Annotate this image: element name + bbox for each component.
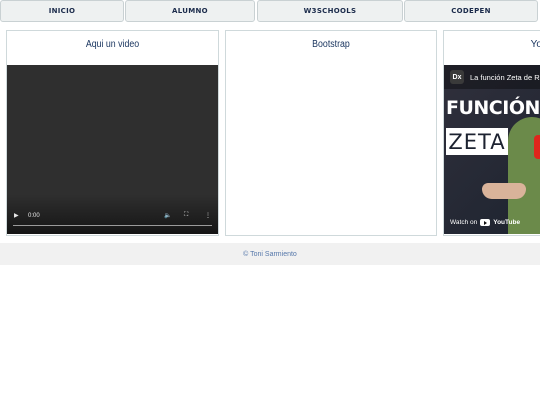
nav-codepen-button[interactable]: CODEPEN: [404, 0, 538, 22]
thumbnail-hand: [482, 183, 526, 199]
watch-on-youtube-link[interactable]: Watch on YouTube: [450, 219, 520, 226]
video-card: Aqui un video ▶ 0:00 🔈 ⛶ ⋮: [6, 30, 219, 236]
video-card-title: Aqui un video: [85, 39, 140, 50]
fullscreen-icon[interactable]: ⛶: [184, 212, 188, 219]
play-icon[interactable]: ▶: [14, 212, 19, 219]
youtube-card: Yo Dx La función Zeta de R FUNCIÓN ZETA …: [443, 30, 540, 236]
video-player[interactable]: ▶ 0:00 🔈 ⛶ ⋮: [7, 65, 218, 234]
video-time: 0:00: [28, 213, 40, 219]
youtube-brand-label: YouTube: [493, 219, 521, 226]
more-options-icon[interactable]: ⋮: [205, 212, 211, 219]
nav-w3schools-button[interactable]: W3SCHOOLS: [257, 0, 403, 22]
bootstrap-card: Bootstrap: [225, 30, 437, 236]
watch-on-label: Watch on: [450, 219, 478, 226]
bootstrap-card-title: Bootstrap: [312, 39, 350, 50]
youtube-video-title[interactable]: La función Zeta de R: [470, 73, 540, 82]
youtube-play-button-icon[interactable]: [534, 135, 540, 159]
nav-alumno-button[interactable]: ALUMNO: [125, 0, 255, 22]
youtube-logo-icon: [480, 219, 491, 226]
youtube-embed[interactable]: Dx La función Zeta de R FUNCIÓN ZETA Wat…: [444, 65, 540, 234]
youtube-card-title: Yo: [530, 39, 540, 50]
top-nav: INICIO ALUMNO W3SCHOOLS CODEPEN: [0, 0, 540, 24]
volume-icon[interactable]: 🔈: [164, 212, 171, 219]
thumbnail-text-line2: ZETA: [446, 128, 508, 155]
nav-inicio-button[interactable]: INICIO: [0, 0, 124, 22]
video-progress-bar[interactable]: [13, 225, 212, 226]
footer-copyright: © Toni Sarmiento: [243, 250, 297, 258]
channel-logo-icon[interactable]: Dx: [450, 70, 464, 84]
thumbnail-text-line1: FUNCIÓN: [446, 97, 540, 119]
footer: © Toni Sarmiento: [0, 243, 540, 265]
